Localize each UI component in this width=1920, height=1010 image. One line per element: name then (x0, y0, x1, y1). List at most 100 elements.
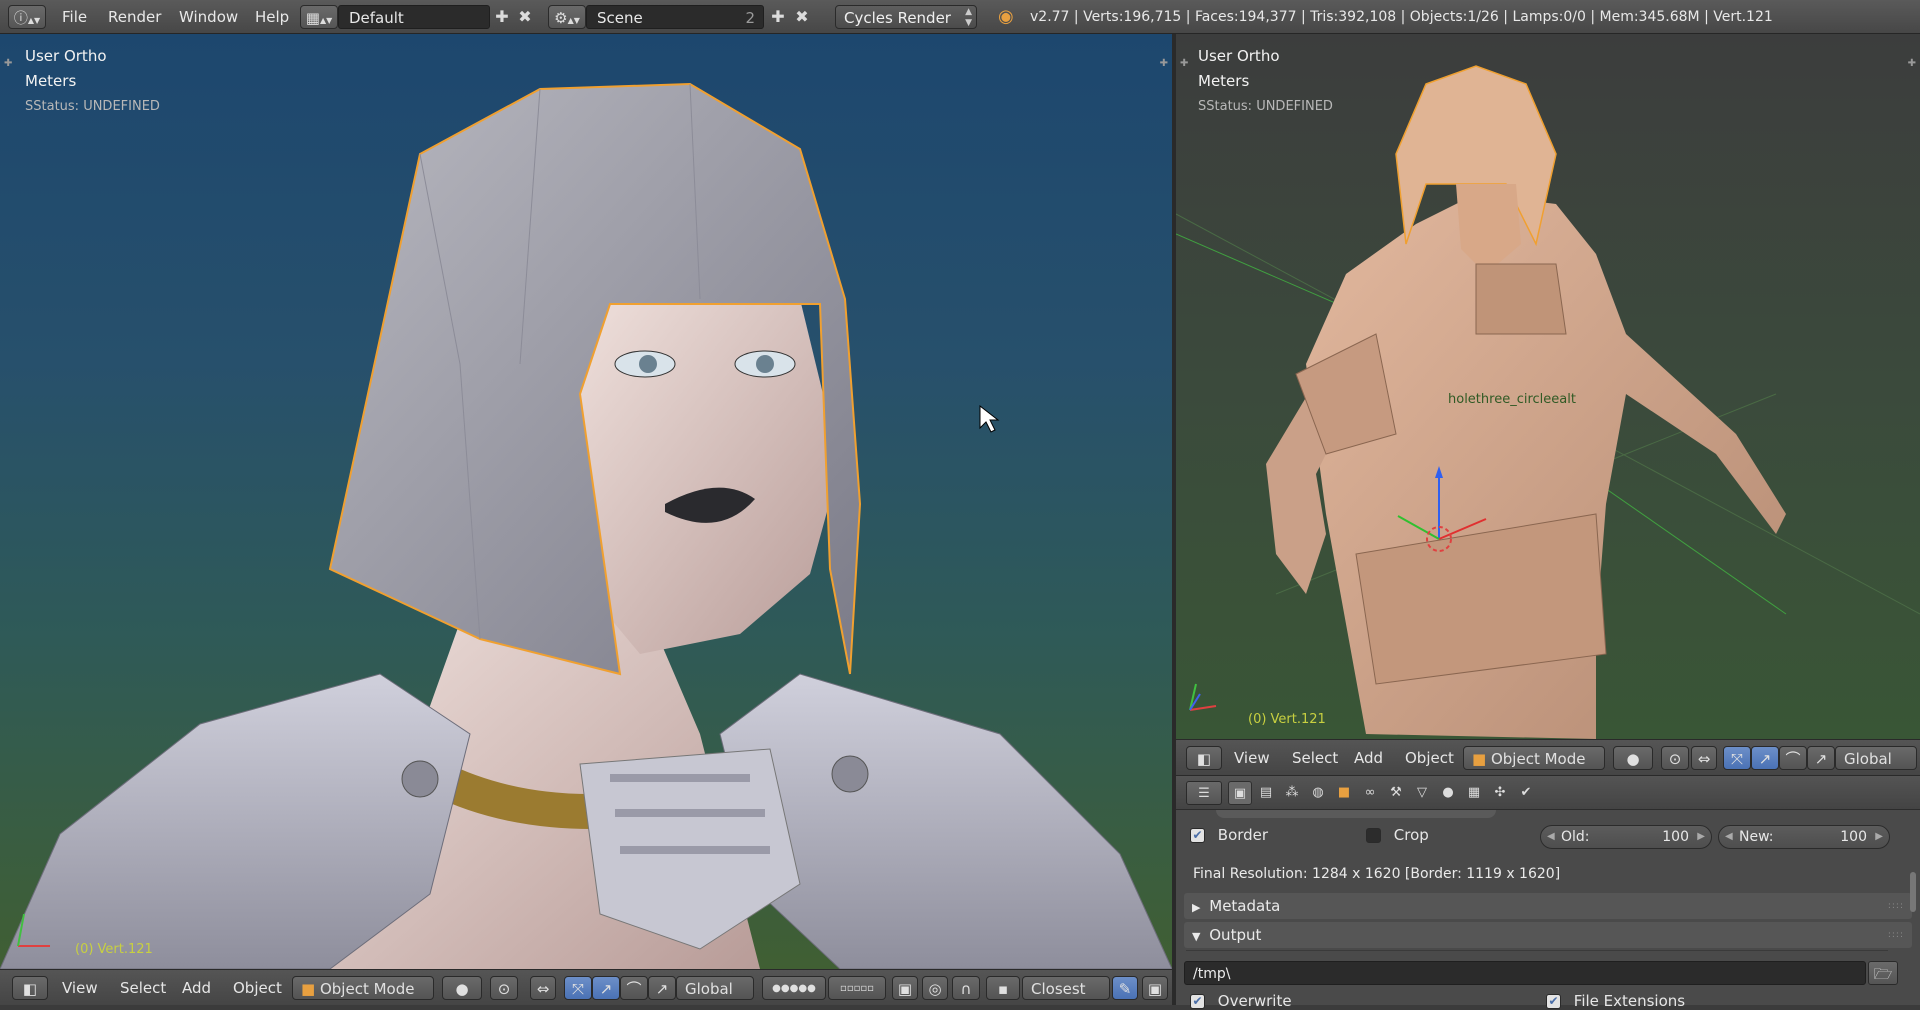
add-scene-icon[interactable]: ✚ (768, 5, 788, 29)
tab-object[interactable]: ■ (1332, 781, 1356, 805)
render-engine-dropdown[interactable]: Cycles Render ▲ ▼ (835, 5, 977, 29)
time-remap-new-field[interactable]: ◀ New: 100 ▶ (1718, 825, 1890, 849)
layout-selector-button[interactable]: ▦▲▼ (300, 5, 338, 29)
snap-element-dropdown[interactable]: ▪ (986, 976, 1020, 1000)
mode-dropdown[interactable]: ■ Object Mode (1463, 746, 1605, 770)
tab-render-layers[interactable]: ▤ (1254, 781, 1278, 805)
tab-physics[interactable]: ✔ (1514, 781, 1538, 805)
menu-object[interactable]: Object (233, 976, 282, 1000)
translate-manipulator[interactable]: ⤧ (564, 976, 592, 1000)
scale-manipulator[interactable]: ⌒ (620, 976, 648, 1000)
sphere-shading-icon: ● (455, 980, 469, 998)
3d-viewport-right[interactable]: ✚ ✚ User Ortho Meters SStatus: UNDEFINED… (1176, 34, 1920, 739)
tab-constraints[interactable]: ∞ (1358, 781, 1382, 805)
cube-icon: ■ (301, 980, 316, 998)
final-resolution-text: Final Resolution: 1284 x 1620 [Border: 1… (1193, 866, 1561, 882)
time-remap-old-field[interactable]: ◀ Old: 100 ▶ (1540, 825, 1712, 849)
camera-render-button[interactable]: ▣ (1142, 976, 1168, 1000)
pivot-point-button[interactable]: ⊙ (1661, 746, 1689, 770)
editor-type-button[interactable]: ☰ (1186, 781, 1222, 805)
add-layout-icon[interactable]: ✚ (492, 5, 512, 29)
editor-type-button[interactable]: ⓘ▲▼ (8, 5, 46, 29)
output-path-input[interactable]: /tmp\ (1184, 961, 1866, 985)
pivot-point-button[interactable]: ⊙ (490, 976, 518, 1000)
tab-scene[interactable]: ⁂ (1280, 781, 1304, 805)
orientation-label: Global (1844, 750, 1892, 768)
scene-selector-button[interactable]: ⚙▲▼ (548, 5, 586, 29)
editor-type-button[interactable]: ◧ (12, 976, 48, 1000)
menu-select[interactable]: Select (120, 976, 166, 1000)
section-metadata-header[interactable]: ▶ Metadata :::: (1184, 893, 1912, 919)
snap-target-dropdown[interactable]: Closest (1022, 976, 1110, 1000)
properties-scrollbar[interactable] (1910, 872, 1916, 912)
folder-icon[interactable]: 🗁 (1868, 961, 1898, 985)
rotate-manipulator[interactable]: ↗ (1751, 746, 1779, 770)
tab-particles[interactable]: ✣ (1488, 781, 1512, 805)
menu-add[interactable]: Add (182, 976, 211, 1000)
delete-scene-icon[interactable]: ✖ (792, 5, 812, 29)
transform-orientation-icon-button[interactable]: ↗ (1807, 746, 1835, 770)
menu-object[interactable]: Object (1405, 746, 1454, 770)
manipulator-toggle[interactable]: ⇔ (1691, 746, 1717, 770)
layer-buttons[interactable]: ●●●●● (762, 976, 826, 1000)
rotate-manipulator[interactable]: ↗ (592, 976, 620, 1000)
drag-grip-icon[interactable]: :::: (1888, 922, 1904, 948)
drag-grip-icon[interactable]: :::: (1888, 893, 1904, 919)
tab-material[interactable]: ● (1436, 781, 1460, 805)
editor-type-button[interactable]: ◧ (1186, 746, 1222, 770)
decrement-arrow-icon: ◀ (1725, 831, 1733, 842)
menu-render[interactable]: Render (108, 5, 161, 29)
model-bolt (401, 760, 439, 798)
delete-layout-icon[interactable]: ✖ (515, 5, 535, 29)
menu-file[interactable]: File (62, 5, 87, 29)
transform-orientation-dropdown[interactable]: Global (1835, 746, 1917, 770)
crop-checkbox-row[interactable]: Crop (1366, 826, 1429, 844)
viewport-shading-dropdown[interactable]: ● (1613, 746, 1653, 770)
particles-icon: ✣ (1494, 785, 1506, 800)
translate-manipulator[interactable]: ⤧ (1723, 746, 1751, 770)
tab-world[interactable]: ◍ (1306, 781, 1330, 805)
menu-view[interactable]: View (62, 976, 98, 1000)
mode-dropdown[interactable]: ■ Object Mode (292, 976, 434, 1000)
file-extensions-checkbox[interactable]: ✔ (1546, 994, 1561, 1009)
menu-help[interactable]: Help (255, 5, 289, 29)
collapsed-arrow-icon: ▶ (1192, 901, 1201, 914)
top-menu-bar: ⓘ▲▼ File Render Window Help ▦▲▼ Default … (0, 0, 1920, 34)
layers-icon: ▣ (897, 980, 913, 998)
3d-viewport-left[interactable]: ✚ ✚ User Ortho Meters SStatus: UNDEFINED… (0, 34, 1172, 969)
chest-plate-slot (620, 846, 770, 854)
pivot-icon: ⊙ (497, 980, 511, 998)
tab-render[interactable]: ▣ (1228, 781, 1252, 805)
transform-orientation-icon-button[interactable]: ↗ (648, 976, 676, 1000)
tab-data[interactable]: ▽ (1410, 781, 1434, 805)
layer-buttons[interactable]: ▫▫▫▫▫ (828, 976, 886, 1000)
menu-add[interactable]: Add (1354, 746, 1383, 770)
border-checkbox-row[interactable]: ✔ Border (1190, 826, 1268, 844)
layout-name-field[interactable]: Default (338, 5, 490, 29)
unit-system: Meters (1198, 72, 1250, 90)
menu-select[interactable]: Select (1292, 746, 1338, 770)
unit-system: Meters (25, 72, 77, 90)
border-checkbox[interactable]: ✔ (1190, 828, 1205, 843)
camera-icon: ▣ (1233, 786, 1247, 801)
camera-icon: ▣ (1147, 980, 1163, 998)
section-output-header[interactable]: ▼ Output :::: (1184, 922, 1912, 948)
transform-orientation-dropdown[interactable]: Global (676, 976, 754, 1000)
lock-camera-button[interactable]: ▣ (892, 976, 918, 1000)
tab-modifiers[interactable]: ⚒ (1384, 781, 1408, 805)
scene-name-field[interactable]: Scene 2 (586, 5, 764, 29)
overwrite-checkbox[interactable]: ✔ (1190, 994, 1205, 1009)
mode-label: Object Mode (319, 980, 415, 998)
opengl-render-button[interactable]: ✎ (1112, 976, 1138, 1000)
overwrite-checkbox-row[interactable]: ✔ Overwrite (1190, 992, 1292, 1010)
snap-toggle[interactable]: ∩ (952, 976, 980, 1000)
file-extensions-checkbox-row[interactable]: ✔ File Extensions (1546, 992, 1685, 1010)
menu-window[interactable]: Window (179, 5, 238, 29)
tab-texture[interactable]: ▦ (1462, 781, 1486, 805)
scale-manipulator[interactable]: ⌒ (1779, 746, 1807, 770)
viewport-shading-dropdown[interactable]: ● (442, 976, 482, 1000)
proportional-edit-button[interactable]: ◎ (922, 976, 948, 1000)
crop-checkbox[interactable] (1366, 828, 1381, 843)
manipulator-toggle[interactable]: ⇔ (530, 976, 556, 1000)
menu-view[interactable]: View (1234, 746, 1270, 770)
